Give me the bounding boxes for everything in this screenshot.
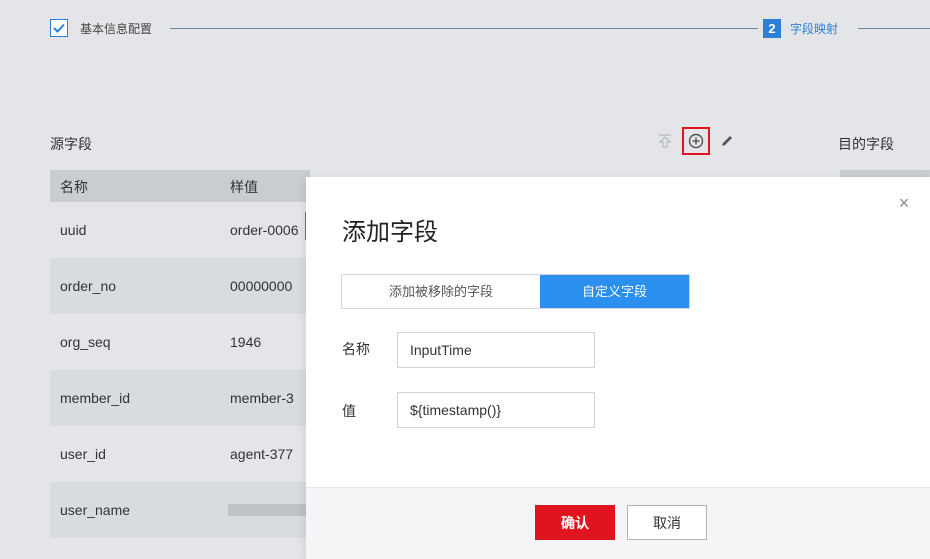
table-row[interactable]: org_seq 1946	[50, 314, 310, 370]
step1-label[interactable]: 基本信息配置	[80, 20, 152, 37]
confirm-button[interactable]: 确认	[535, 505, 615, 540]
source-fields-table: 名称 样值 uuid order-0006 order_no 00000000 …	[50, 170, 310, 538]
step-connector-line	[170, 28, 758, 29]
field-name: uuid	[60, 222, 87, 238]
field-sample: 1946	[230, 334, 262, 350]
dialog-title: 添加字段	[342, 219, 438, 246]
step-connector-line-2	[858, 28, 930, 29]
masked-sample-value	[228, 504, 308, 516]
field-name: org_seq	[60, 334, 111, 350]
value-input[interactable]	[397, 392, 595, 428]
add-field-button[interactable]	[682, 127, 710, 155]
step2-number: 2	[763, 19, 781, 38]
column-header-sample: 样值	[230, 179, 258, 195]
add-field-dialog: 添加字段 × 添加被移除的字段 自定义字段 名称 值 确认 取消	[306, 177, 930, 559]
tab-custom-field[interactable]: 自定义字段	[540, 275, 689, 308]
field-name: order_no	[60, 278, 117, 294]
field-name: user_id	[60, 446, 106, 462]
table-row[interactable]: user_name	[50, 482, 310, 538]
field-sample: agent-377	[230, 446, 294, 462]
cancel-button[interactable]: 取消	[627, 505, 707, 540]
source-fields-title: 源字段	[50, 136, 92, 152]
step1-checkbox-icon[interactable]	[50, 19, 68, 37]
name-label: 名称	[342, 341, 370, 357]
table-row[interactable]: uuid order-0006	[50, 202, 310, 258]
tab-add-removed-field[interactable]: 添加被移除的字段	[342, 275, 540, 308]
table-row[interactable]: member_id member-3	[50, 370, 310, 426]
field-name: member_id	[60, 390, 131, 406]
field-name: user_name	[60, 502, 131, 518]
step2-label[interactable]: 字段映射	[790, 20, 838, 37]
table-header: 名称 样值	[50, 170, 310, 202]
value-label: 值	[342, 403, 356, 419]
field-type-tabs: 添加被移除的字段 自定义字段	[341, 274, 690, 309]
table-row[interactable]: order_no 00000000	[50, 258, 310, 314]
close-icon[interactable]: ×	[896, 194, 912, 212]
stepper: 基本信息配置 2 字段映射	[50, 14, 930, 44]
field-toolbar	[654, 127, 754, 155]
field-sample: order-0006	[230, 222, 299, 238]
table-row[interactable]: user_id agent-377	[50, 426, 310, 482]
add-circle-icon	[688, 133, 704, 149]
move-top-icon[interactable]	[654, 130, 676, 152]
field-sample: member-3	[230, 390, 294, 406]
destination-fields-title: 目的字段	[838, 136, 894, 152]
column-header-name: 名称	[60, 179, 88, 195]
edit-pencil-icon[interactable]	[716, 130, 738, 152]
dialog-footer: 确认 取消	[306, 487, 930, 559]
name-input[interactable]	[397, 332, 595, 368]
field-sample: 00000000	[230, 278, 293, 294]
